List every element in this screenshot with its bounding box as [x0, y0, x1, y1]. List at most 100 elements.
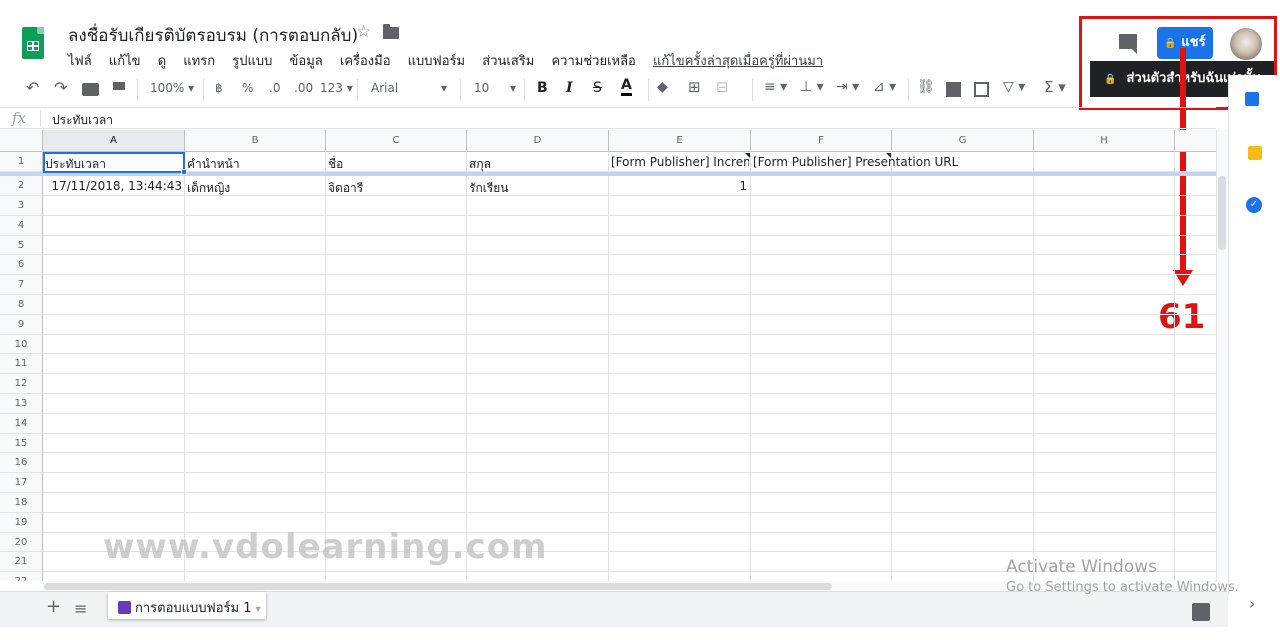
row-header-6[interactable]: 6 [0, 255, 43, 276]
merge-cells-icon[interactable]: ⊟ [716, 78, 729, 96]
align-left-icon[interactable]: ≡ ▾ [764, 79, 787, 95]
add-sheet-icon[interactable]: + [46, 596, 61, 617]
column-header-a[interactable]: A [43, 130, 185, 152]
row-header-22[interactable]: 22 [0, 572, 43, 581]
row-header-13[interactable]: 13 [0, 394, 43, 414]
font-size-select[interactable]: 10 ▾ [474, 81, 516, 95]
row-header-9[interactable]: 9 [0, 314, 43, 335]
cell-c1[interactable]: ชื่อ [328, 155, 465, 174]
select-all-corner[interactable] [0, 130, 43, 152]
cell-c2[interactable]: จิดอารี [328, 179, 465, 198]
formula-bar [0, 107, 1216, 129]
row-header-20[interactable]: 20 [0, 532, 43, 553]
column-header-b[interactable]: B [185, 130, 326, 152]
menu-file[interactable]: ไฟล์ [68, 54, 92, 69]
row-header-5[interactable]: 5 [0, 235, 43, 256]
insert-chart-icon[interactable] [974, 82, 989, 97]
text-wrap-icon[interactable]: ⇥ ▾ [836, 79, 859, 95]
row-header-7[interactable]: 7 [0, 275, 43, 295]
row-header-1[interactable]: 1 [0, 152, 43, 172]
all-sheets-icon[interactable]: ≡ [74, 599, 87, 618]
sheet-tab[interactable]: การตอบแบบฟอร์ม 1 ▾ [108, 592, 266, 619]
explore-icon[interactable] [1192, 603, 1210, 621]
column-header-c[interactable]: C [326, 130, 467, 152]
font-select[interactable]: Arial ▾ [371, 81, 447, 95]
row-header-14[interactable]: 14 [0, 413, 43, 434]
row-header-21[interactable]: 21 [0, 552, 43, 573]
row-header-10[interactable]: 10 [0, 334, 43, 355]
cell-f1[interactable]: [Form Publisher] Presentation URL [753, 155, 1032, 169]
row-header-8[interactable]: 8 [0, 295, 43, 315]
text-color-button[interactable]: A [621, 78, 632, 96]
row-gridline [43, 373, 1216, 375]
menu-edit[interactable]: แก้ไข [109, 54, 141, 69]
borders-icon[interactable]: ⊞ [688, 78, 701, 96]
bold-button[interactable]: B [537, 80, 548, 96]
column-header-g[interactable]: G [892, 130, 1034, 152]
insert-comment-icon[interactable] [946, 82, 961, 97]
row-header-18[interactable]: 18 [0, 493, 43, 513]
row-gridline [43, 511, 1216, 513]
folder-icon[interactable] [383, 24, 399, 39]
currency-format-button[interactable]: ฿ [215, 81, 223, 95]
column-header-e[interactable]: E [609, 130, 751, 152]
menu-form[interactable]: แบบฟอร์ม [408, 54, 465, 69]
row-header-4[interactable]: 4 [0, 215, 43, 236]
more-formats-button[interactable]: 123 ▾ [320, 81, 353, 95]
menu-tools[interactable]: เครื่องมือ [340, 54, 391, 69]
redo-icon[interactable]: ↷ [54, 78, 67, 97]
column-header-overflow [1175, 130, 1216, 152]
insert-link-icon[interactable]: ⛓ [917, 79, 935, 95]
menu-insert[interactable]: แทรก [183, 54, 215, 69]
column-header-h[interactable]: H [1034, 130, 1175, 152]
menu-addons[interactable]: ส่วนเสริม [482, 54, 534, 69]
column-header-d[interactable]: D [467, 130, 609, 152]
chevron-right-icon[interactable]: › [1249, 594, 1255, 613]
row-header-2[interactable]: 2 [0, 176, 43, 196]
menu-data[interactable]: ข้อมูล [290, 54, 323, 69]
tasks-icon[interactable]: ✓ [1246, 197, 1262, 213]
filter-icon[interactable]: ▽ ▾ [1003, 79, 1025, 95]
italic-button[interactable]: I [566, 80, 573, 96]
keep-icon[interactable] [1248, 146, 1262, 160]
row-header-3[interactable]: 3 [0, 196, 43, 216]
cell-e1[interactable]: [Form Publisher] Increme [611, 155, 749, 169]
last-edit-link[interactable]: แก้ไขครั้งล่าสุดเมื่อครู่ที่ผ่านมา [653, 54, 823, 69]
functions-icon[interactable]: Σ ▾ [1044, 78, 1066, 96]
row-header-16[interactable]: 16 [0, 453, 43, 474]
sheets-logo-icon[interactable] [22, 27, 44, 59]
percent-format-button[interactable]: % [242, 81, 253, 95]
horizontal-scroll-thumb[interactable] [44, 583, 832, 590]
vertical-scroll-thumb[interactable] [1218, 176, 1226, 250]
decrease-decimal-button[interactable]: .0 [269, 81, 280, 95]
fill-handle[interactable] [181, 169, 187, 175]
increase-decimal-button[interactable]: .00 [294, 81, 313, 95]
column-header-f[interactable]: F [751, 130, 892, 152]
cell-e2[interactable]: 1 [611, 179, 747, 193]
fill-color-icon[interactable]: ◆ [657, 79, 668, 95]
row-header-12[interactable]: 12 [0, 374, 43, 394]
row-header-17[interactable]: 17 [0, 473, 43, 493]
cell-b1[interactable]: คำนำหน้า [187, 155, 324, 174]
calendar-icon[interactable] [1245, 92, 1259, 106]
text-rotation-icon[interactable]: ⊿ ▾ [873, 79, 896, 95]
strikethrough-button[interactable]: S [593, 80, 602, 96]
cell-b2[interactable]: เด็กหญิง [187, 179, 324, 198]
document-title[interactable]: ลงชื่อรับเกียรติบัตรอบรม (การตอบกลับ) [68, 22, 358, 49]
menu-format[interactable]: รูปแบบ [232, 54, 272, 69]
row-header-11[interactable]: 11 [0, 354, 43, 375]
menu-view[interactable]: ดู [158, 54, 166, 69]
print-icon[interactable] [82, 83, 99, 96]
cell-d2[interactable]: รักเรียน [469, 179, 607, 198]
cell-d1[interactable]: สกุล [469, 155, 607, 174]
vertical-align-icon[interactable]: ⊥ ▾ [800, 79, 824, 95]
paint-format-icon[interactable] [113, 82, 125, 90]
menu-help[interactable]: ความช่วยเหลือ [551, 54, 635, 69]
undo-icon[interactable]: ↶ [26, 78, 39, 97]
row-header-19[interactable]: 19 [0, 512, 43, 533]
row-header-15[interactable]: 15 [0, 433, 43, 454]
star-icon[interactable]: ☆ [356, 22, 371, 42]
zoom-select[interactable]: 100% ▾ [150, 81, 194, 95]
cell-a2[interactable]: 17/11/2018, 13:44:43 [45, 179, 182, 193]
formula-input[interactable]: ประทับเวลา [52, 111, 113, 130]
